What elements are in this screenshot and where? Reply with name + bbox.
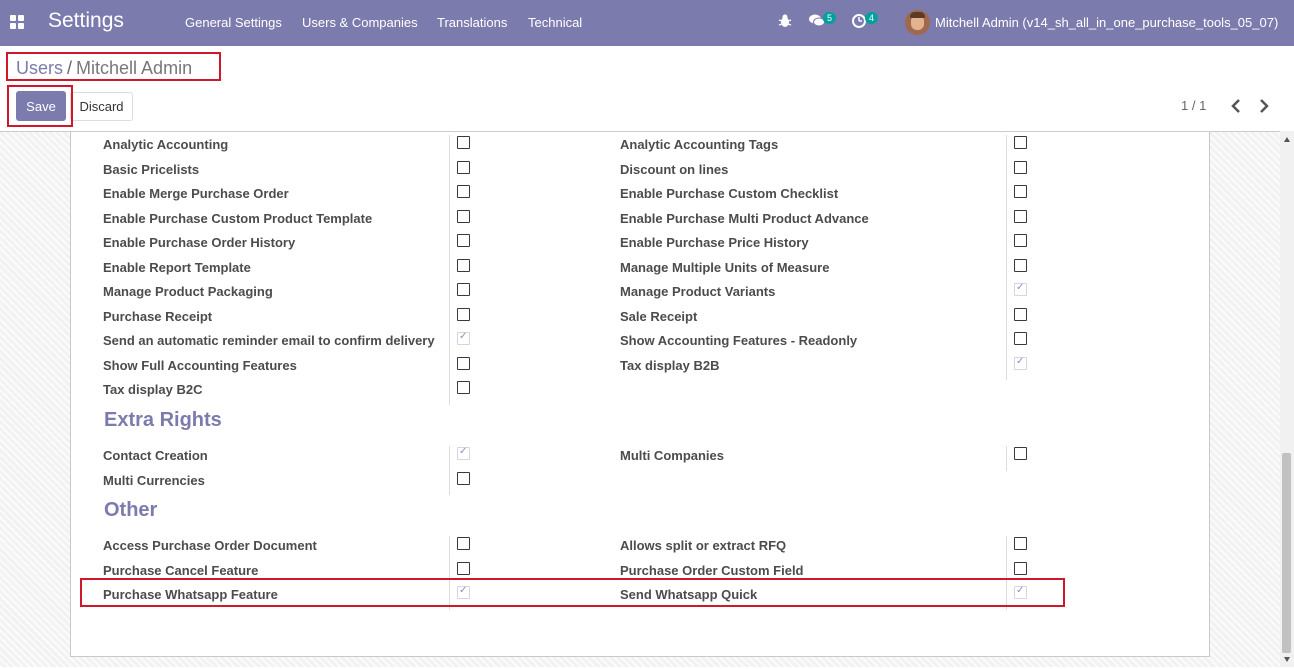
whatsapp-rows-highlight-box [80, 578, 1065, 607]
setting-checkbox[interactable] [1014, 136, 1027, 149]
setting-checkbox[interactable] [1014, 447, 1027, 460]
menu-general-settings[interactable]: General Settings [185, 15, 282, 30]
setting-checkbox[interactable] [1014, 185, 1027, 198]
settings-row: Manage Product Packaging Manage Product V… [71, 280, 1211, 304]
setting-checkbox[interactable] [457, 160, 470, 174]
pager-value[interactable]: 1 / 1 [1181, 98, 1206, 113]
settings-row: Enable Merge Purchase Order Enable Purcha… [71, 182, 1211, 206]
settings-row: Purchase Receipt Sale Receipt [71, 305, 1211, 329]
column-separator [1006, 135, 1007, 380]
setting-label: Contact Creation [103, 448, 208, 463]
setting-label: Sale Receipt [620, 308, 698, 324]
scroll-down-arrow-icon[interactable] [1283, 655, 1291, 663]
scrollbar-thumb[interactable] [1282, 453, 1291, 653]
setting-checkbox[interactable] [1014, 537, 1027, 550]
settings-row: Send an automatic reminder email to conf… [71, 329, 1211, 353]
setting-label: Manage Product Packaging [103, 284, 273, 299]
setting-checkbox[interactable] [1014, 307, 1027, 321]
setting-label: Allows split or extract RFQ [620, 538, 787, 553]
section-title-extra-rights: Extra Rights [104, 409, 222, 431]
menu-translations[interactable]: Translations [437, 15, 507, 30]
setting-checkbox[interactable] [457, 307, 470, 321]
settings-row: Multi Currencies [71, 469, 1211, 493]
setting-label: Manage Multiple Units of Measure [620, 259, 830, 275]
activities-count-badge: 4 [865, 12, 879, 24]
setting-checkbox[interactable] [1014, 561, 1027, 575]
app-title[interactable]: Settings [48, 9, 124, 33]
setting-label: Enable Purchase Order History [103, 235, 296, 250]
setting-label: Send an automatic reminder email to conf… [103, 333, 435, 348]
user-menu-name[interactable]: Mitchell Admin (v14_sh_all_in_one_purcha… [935, 15, 1278, 30]
top-navbar: Settings General Settings Users & Compan… [0, 0, 1294, 46]
settings-row: Access Purchase Order Document Allows spl… [71, 534, 1211, 558]
setting-checkbox[interactable] [457, 537, 470, 550]
setting-checkbox[interactable] [1014, 160, 1027, 174]
setting-label: Manage Product Variants [620, 284, 776, 299]
discard-button[interactable]: Discard [70, 92, 133, 121]
setting-checkbox[interactable] [457, 209, 470, 223]
setting-label: Analytic Accounting [103, 137, 229, 152]
menu-technical[interactable]: Technical [528, 15, 582, 30]
setting-checkbox[interactable] [457, 136, 470, 149]
save-highlight-box [7, 85, 73, 127]
setting-checkbox[interactable] [457, 381, 470, 394]
scroll-up-arrow-icon[interactable] [1283, 136, 1291, 144]
column-separator [449, 446, 450, 495]
setting-label: Multi Currencies [103, 472, 205, 488]
setting-checkbox[interactable] [457, 283, 470, 296]
setting-checkbox[interactable] [457, 331, 470, 345]
setting-label: Discount on lines [620, 161, 729, 177]
setting-checkbox[interactable] [1014, 258, 1027, 272]
settings-row: Analytic Accounting Analytic Accounting T… [71, 133, 1211, 157]
section-title-other: Other [104, 499, 158, 521]
setting-checkbox[interactable] [457, 561, 470, 575]
debug-bug-icon[interactable] [777, 13, 793, 29]
settings-row: Tax display B2C [71, 378, 1211, 402]
setting-label: Basic Pricelists [103, 161, 200, 177]
setting-label: Enable Purchase Multi Product Advance [620, 210, 869, 226]
setting-label: Enable Purchase Price History [620, 235, 809, 250]
user-avatar[interactable] [905, 10, 930, 35]
setting-label: Tax display B2B [620, 357, 720, 373]
setting-label: Purchase Receipt [103, 308, 213, 324]
setting-label: Enable Report Template [103, 259, 251, 275]
breadcrumb-highlight-box [6, 52, 221, 81]
setting-checkbox[interactable] [457, 234, 470, 247]
settings-row: Enable Purchase Order History Enable Purc… [71, 231, 1211, 255]
vertical-scrollbar[interactable] [1280, 131, 1294, 667]
setting-label: Show Accounting Features - Readonly [620, 333, 858, 348]
column-separator [1006, 446, 1007, 471]
apps-menu-icon[interactable] [10, 15, 24, 29]
menu-users-companies[interactable]: Users & Companies [302, 15, 418, 30]
setting-checkbox[interactable] [1014, 209, 1027, 223]
setting-label: Show Full Accounting Features [103, 357, 297, 373]
setting-label: Multi Companies [620, 448, 725, 463]
setting-checkbox[interactable] [1014, 282, 1027, 296]
setting-checkbox[interactable] [1014, 234, 1027, 247]
setting-label: Analytic Accounting Tags [620, 137, 779, 152]
setting-label: Enable Merge Purchase Order [103, 186, 289, 201]
setting-checkbox[interactable] [457, 356, 470, 370]
settings-row: Enable Purchase Custom Product Template E… [71, 207, 1211, 231]
setting-label: Purchase Order Custom Field [620, 562, 804, 578]
settings-row: Contact Creation Multi Companies [71, 444, 1211, 468]
pager-previous-icon[interactable] [1228, 96, 1244, 116]
setting-checkbox[interactable] [1014, 356, 1027, 370]
setting-checkbox[interactable] [457, 446, 470, 460]
setting-checkbox[interactable] [457, 185, 470, 198]
setting-label: Access Purchase Order Document [103, 538, 317, 553]
settings-row: Show Full Accounting Features Tax display… [71, 354, 1211, 378]
column-separator [449, 135, 450, 405]
setting-label: Tax display B2C [103, 382, 203, 397]
setting-label: Purchase Cancel Feature [103, 562, 259, 578]
setting-checkbox[interactable] [457, 471, 470, 485]
setting-label: Enable Purchase Custom Checklist [620, 186, 839, 201]
settings-row: Basic Pricelists Discount on lines [71, 158, 1211, 182]
setting-checkbox[interactable] [457, 258, 470, 272]
messages-count-badge: 5 [823, 12, 837, 24]
setting-checkbox[interactable] [1014, 332, 1027, 345]
pager-next-icon[interactable] [1256, 96, 1272, 116]
setting-label: Enable Purchase Custom Product Template [103, 210, 373, 226]
settings-row: Enable Report Template Manage Multiple Un… [71, 256, 1211, 280]
